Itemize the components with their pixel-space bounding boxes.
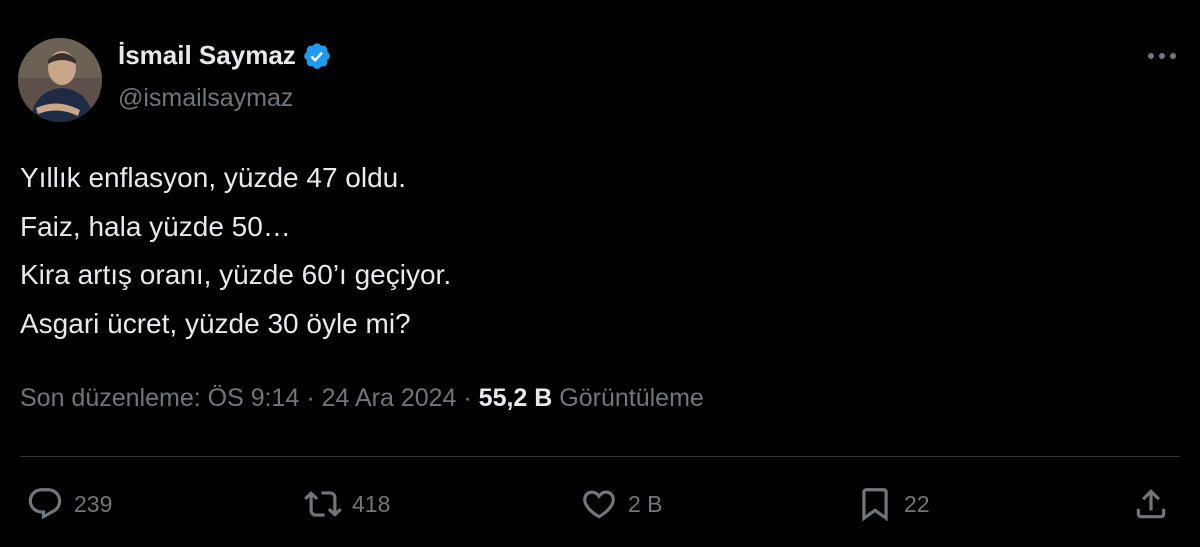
share-icon (1136, 489, 1166, 519)
reply-button[interactable]: 239 (26, 484, 112, 524)
bookmark-count: 22 (904, 490, 930, 517)
author-name-row: İsmail Saymaz (118, 40, 332, 71)
repost-icon (304, 491, 342, 517)
bookmark-icon (862, 488, 888, 522)
tweet-line: Faiz, hala yüzde 50… (20, 210, 291, 242)
bookmark-button[interactable]: 22 (856, 484, 930, 524)
reply-count: 239 (74, 490, 113, 517)
divider (20, 456, 1180, 457)
tweet-line: Kira artış oranı, yüzde 60’ı geçiyor. (20, 259, 452, 290)
views-count: 55,2 B (478, 384, 553, 412)
author-handle[interactable]: @ismailsaymaz (118, 84, 293, 113)
tweet-line: Asgari ücret, yüzde 30 öyle mi? (20, 307, 411, 339)
tweet-meta: Son düzenleme: ÖS 9:14 · 24 Ara 2024 · 5… (20, 384, 704, 413)
share-button[interactable] (1132, 484, 1170, 524)
repost-count: 418 (352, 490, 391, 517)
author-name[interactable]: İsmail Saymaz (118, 40, 296, 71)
avatar[interactable] (18, 38, 102, 122)
meta-separator: · (306, 384, 315, 412)
tweet-text: Yıllık enflasyon, yüzde 47 oldu. Faiz, h… (20, 154, 451, 348)
tweet-line: Yıllık enflasyon, yüzde 47 oldu. (20, 162, 407, 193)
heart-icon (583, 490, 615, 519)
verified-badge-icon (302, 41, 332, 71)
like-count: 2 B (628, 490, 663, 517)
views-label: Görüntüleme (559, 384, 704, 412)
tweet-date[interactable]: 24 Ara 2024 (322, 384, 457, 412)
like-button[interactable]: 2 B (580, 484, 663, 524)
meta-separator: · (463, 384, 472, 412)
more-options-icon[interactable] (1144, 44, 1180, 68)
edited-timestamp[interactable]: Son düzenleme: ÖS 9:14 (20, 384, 299, 412)
profile-photo (18, 38, 102, 122)
reply-icon (28, 488, 62, 520)
repost-button[interactable]: 418 (304, 484, 390, 524)
